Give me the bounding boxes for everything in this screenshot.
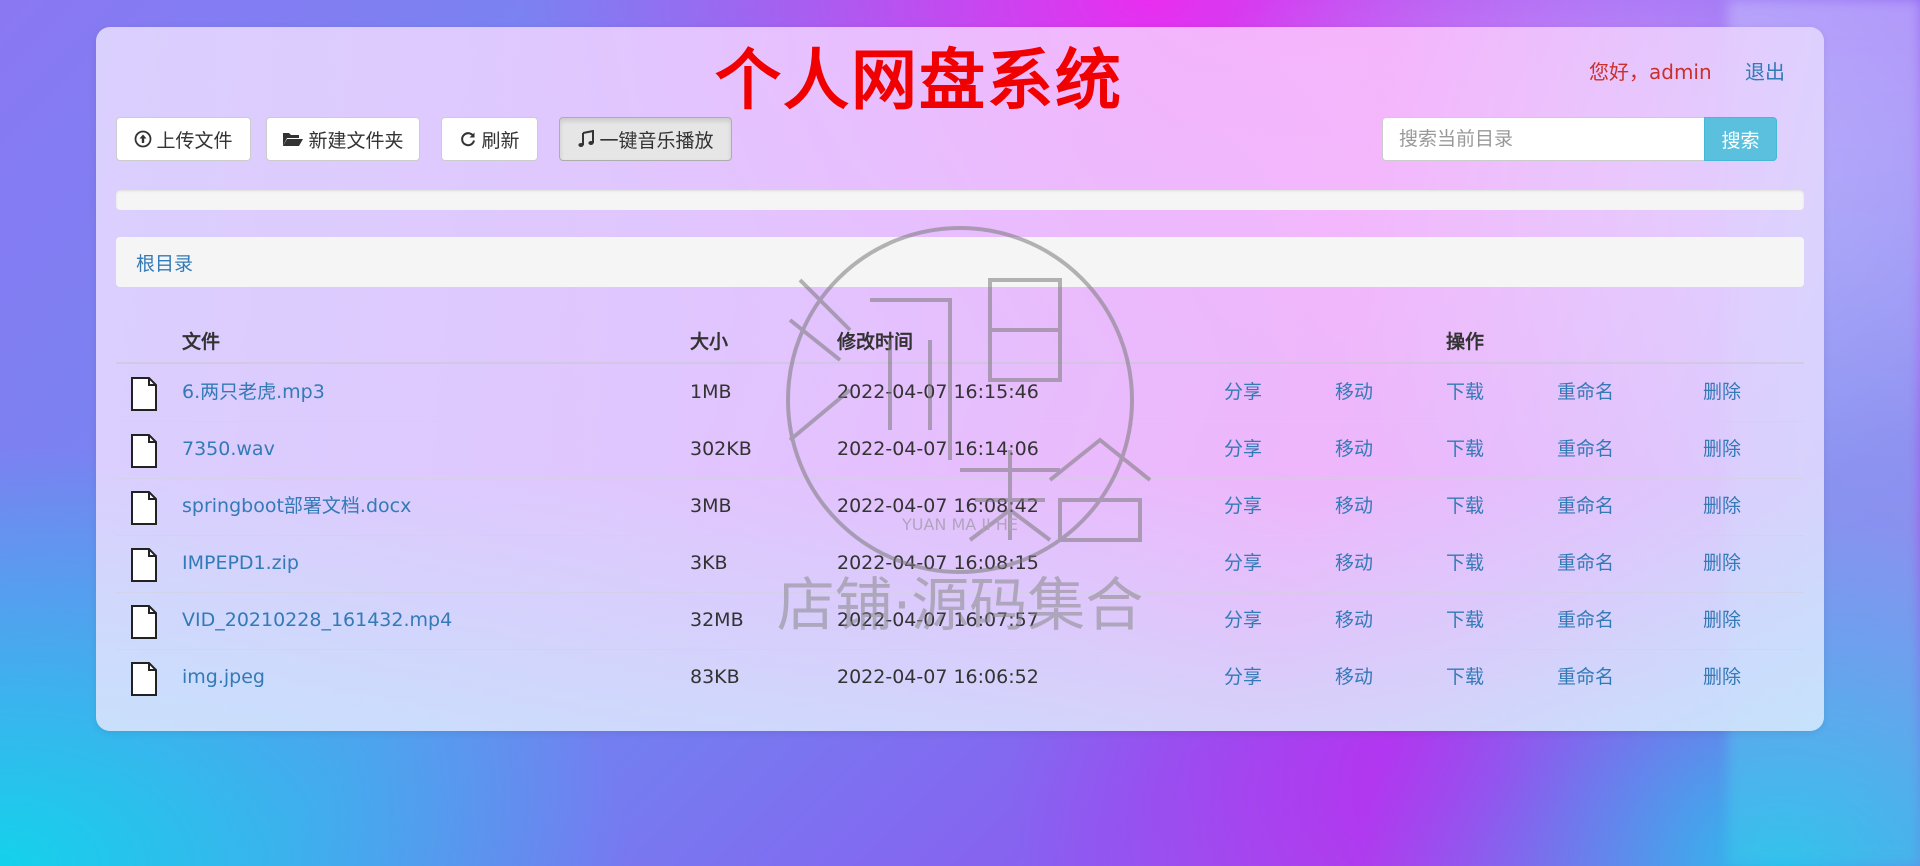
move-link[interactable]: 移动 — [1335, 592, 1373, 649]
refresh-button[interactable]: 刷新 — [441, 117, 538, 161]
column-header-size: 大小 — [690, 331, 729, 353]
music-note-icon — [578, 130, 595, 147]
rename-link[interactable]: 重命名 — [1557, 421, 1614, 478]
file-icon — [131, 434, 157, 468]
breadcrumb: 根目录 — [116, 237, 1804, 287]
file-modified: 2022-04-07 16:15:46 — [837, 381, 1039, 403]
move-link[interactable]: 移动 — [1335, 421, 1373, 478]
upload-progress-bar — [116, 190, 1804, 210]
column-header-modified: 修改时间 — [837, 331, 914, 353]
move-link[interactable]: 移动 — [1335, 649, 1373, 706]
file-icon — [131, 605, 157, 639]
delete-link[interactable]: 删除 — [1703, 649, 1741, 706]
file-icon — [131, 662, 157, 696]
table-row: springboot部署文档.docx 3MB 2022-04-07 16:08… — [116, 478, 1804, 536]
file-size: 3KB — [690, 552, 728, 574]
refresh-icon — [461, 132, 476, 147]
new-folder-button-label: 新建文件夹 — [308, 129, 404, 152]
table-row: VID_20210228_161432.mp4 32MB 2022-04-07 … — [116, 592, 1804, 650]
user-greeting: 您好，admin — [1589, 60, 1712, 84]
share-link[interactable]: 分享 — [1224, 649, 1262, 706]
file-icon — [131, 491, 157, 525]
folder-open-icon — [283, 133, 304, 146]
file-modified: 2022-04-07 16:07:57 — [837, 609, 1039, 631]
file-size: 302KB — [690, 438, 752, 460]
share-link[interactable]: 分享 — [1224, 364, 1262, 421]
table-row: IMPEPD1.zip 3KB 2022-04-07 16:08:15 分享 移… — [116, 535, 1804, 593]
search-button[interactable]: 搜索 — [1704, 117, 1777, 161]
file-size: 1MB — [690, 381, 732, 403]
delete-link[interactable]: 删除 — [1703, 421, 1741, 478]
file-modified: 2022-04-07 16:08:42 — [837, 495, 1039, 517]
file-name-link[interactable]: VID_20210228_161432.mp4 — [182, 592, 452, 649]
rename-link[interactable]: 重命名 — [1557, 535, 1614, 592]
column-header-actions: 操作 — [1446, 331, 1485, 353]
file-name-link[interactable]: springboot部署文档.docx — [182, 478, 411, 535]
move-link[interactable]: 移动 — [1335, 535, 1373, 592]
download-link[interactable]: 下载 — [1446, 364, 1484, 421]
delete-link[interactable]: 删除 — [1703, 535, 1741, 592]
table-row: 7350.wav 302KB 2022-04-07 16:14:06 分享 移动… — [116, 421, 1804, 479]
file-name-link[interactable]: img.jpeg — [182, 649, 265, 706]
upload-button-label: 上传文件 — [156, 129, 233, 152]
upload-circle-icon — [135, 130, 152, 148]
delete-link[interactable]: 删除 — [1703, 592, 1741, 649]
rename-link[interactable]: 重命名 — [1557, 364, 1614, 421]
file-icon — [131, 377, 157, 411]
download-link[interactable]: 下载 — [1446, 592, 1484, 649]
refresh-button-label: 刷新 — [481, 129, 520, 152]
rename-link[interactable]: 重命名 — [1557, 649, 1614, 706]
table-row: img.jpeg 83KB 2022-04-07 16:06:52 分享 移动 … — [116, 649, 1804, 706]
delete-link[interactable]: 删除 — [1703, 364, 1741, 421]
rename-link[interactable]: 重命名 — [1557, 478, 1614, 535]
new-folder-button[interactable]: 新建文件夹 — [266, 117, 420, 161]
file-size: 32MB — [690, 609, 744, 631]
upload-button[interactable]: 上传文件 — [116, 117, 251, 161]
file-name-link[interactable]: 7350.wav — [182, 421, 275, 478]
file-size: 83KB — [690, 666, 740, 688]
file-modified: 2022-04-07 16:08:15 — [837, 552, 1039, 574]
download-link[interactable]: 下载 — [1446, 421, 1484, 478]
file-name-link[interactable]: IMPEPD1.zip — [182, 535, 299, 592]
download-link[interactable]: 下载 — [1446, 478, 1484, 535]
breadcrumb-root[interactable]: 根目录 — [136, 249, 193, 276]
logout-link[interactable]: 退出 — [1745, 56, 1785, 85]
move-link[interactable]: 移动 — [1335, 478, 1373, 535]
search-input[interactable] — [1382, 117, 1704, 161]
page-title: 个人网盘系统 — [715, 42, 1123, 119]
share-link[interactable]: 分享 — [1224, 592, 1262, 649]
rename-link[interactable]: 重命名 — [1557, 592, 1614, 649]
file-modified: 2022-04-07 16:06:52 — [837, 666, 1039, 688]
share-link[interactable]: 分享 — [1224, 478, 1262, 535]
file-size: 3MB — [690, 495, 732, 517]
music-play-button[interactable]: 一键音乐播放 — [559, 117, 732, 161]
file-name-link[interactable]: 6.两只老虎.mp3 — [182, 364, 325, 421]
share-link[interactable]: 分享 — [1224, 421, 1262, 478]
table-row: 6.两只老虎.mp3 1MB 2022-04-07 16:15:46 分享 移动… — [116, 364, 1804, 422]
music-play-button-label: 一键音乐播放 — [599, 129, 714, 152]
delete-link[interactable]: 删除 — [1703, 478, 1741, 535]
download-link[interactable]: 下载 — [1446, 649, 1484, 706]
share-link[interactable]: 分享 — [1224, 535, 1262, 592]
column-header-file: 文件 — [182, 331, 221, 353]
move-link[interactable]: 移动 — [1335, 364, 1373, 421]
file-icon — [131, 548, 157, 582]
file-modified: 2022-04-07 16:14:06 — [837, 438, 1039, 460]
download-link[interactable]: 下载 — [1446, 535, 1484, 592]
